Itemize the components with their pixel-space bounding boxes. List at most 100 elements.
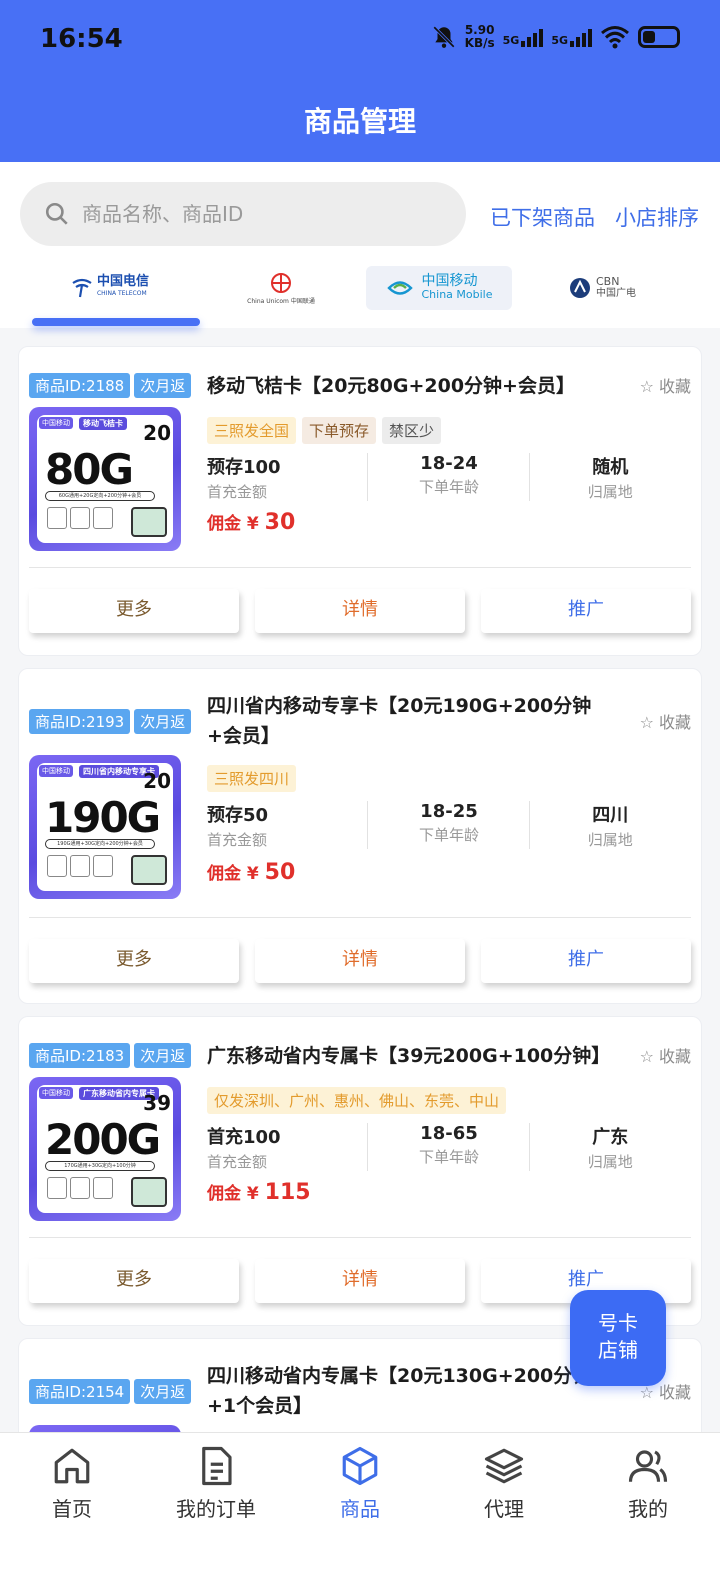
status-time: 16:54: [40, 24, 123, 54]
document-icon: [202, 1446, 232, 1486]
product-card: 商品ID:2188 次月返 移动飞桔卡【20元80G+200分钟+会员】 ☆ 收…: [18, 346, 702, 656]
status-bar-icons: 5.90 KB/s 5G 5G: [431, 24, 680, 50]
stat-deposit: 首充100 首充金额: [207, 1123, 369, 1173]
cashback-tag: 次月返: [134, 1043, 192, 1068]
search-input[interactable]: [82, 202, 442, 226]
cart-illustration: [131, 1177, 167, 1207]
favorite-button[interactable]: ☆ 收藏: [640, 709, 691, 733]
product-title[interactable]: 四川省内移动专享卡【20元190G+200分钟+会员】: [207, 691, 603, 751]
tag: 三照发四川: [207, 765, 297, 792]
carrier-tab-cbn[interactable]: CBN 中国广电: [562, 266, 642, 310]
card-actions: 更多 详情 推广: [29, 939, 691, 983]
tab-products[interactable]: 商品: [288, 1433, 432, 1533]
product-id-row: 商品ID:2183 次月返: [29, 1043, 192, 1068]
promote-button[interactable]: 推广: [481, 939, 691, 983]
stat-age: 18-25 下单年龄: [368, 801, 530, 851]
product-title[interactable]: 四川移动省内专属卡【20元130G+200分钟+1个会员】: [207, 1361, 603, 1421]
product-tags: 三照发四川: [207, 765, 297, 792]
product-id-row: 商品ID:2193 次月返: [29, 709, 192, 734]
more-button[interactable]: 更多: [29, 939, 239, 983]
product-thumbnail[interactable]: 中国移动 四川省内移动专享卡 20 190G 190G通用+30G定向+200分…: [29, 755, 181, 899]
wifi-icon: [601, 26, 629, 49]
product-card: 商品ID:2193 次月返 四川省内移动专享卡【20元190G+200分钟+会员…: [18, 668, 702, 1004]
users-icon: [628, 1450, 668, 1482]
stat-deposit: 预存100 首充金额: [207, 453, 369, 503]
product-thumbnail[interactable]: 中国移动 移动飞桔卡 20 80G 60G通用+20G定向+200分钟+会员: [29, 407, 181, 551]
product-card: 商品ID:2183 次月返 广东移动省内专属卡【39元200G+100分钟】 ☆…: [18, 1016, 702, 1326]
china-unicom-logo-icon: [270, 272, 291, 293]
product-id-row: 商品ID:2154 次月返: [29, 1379, 192, 1404]
bottom-tab-bar: 首页 我的订单 商品 代理 我的: [0, 1432, 720, 1584]
divider: [29, 917, 691, 918]
product-thumbnail[interactable]: 中国移动 广东移动省内专属卡 39 200G 170G通用+30G定向+100分…: [29, 1077, 181, 1221]
china-mobile-logo-icon: [387, 281, 414, 295]
stat-region: 四川 归属地: [587, 805, 633, 849]
product-stats: 首充100 首充金额 18-65 下单年龄 广东 归属地: [207, 1123, 691, 1173]
tag: 仅发深圳、广州、惠州、佛山、东莞、中山: [207, 1087, 507, 1114]
stat-age: 18-24 下单年龄: [368, 453, 530, 503]
tag: 禁区少: [382, 417, 442, 444]
carrier-tabs: 中国电信 CHINA TELECOM China Unicom 中国联通 中国移…: [0, 262, 720, 328]
shop-sort-link[interactable]: 小店排序: [615, 202, 699, 232]
search-row: 已下架商品 小店排序: [0, 162, 720, 262]
search-icon: [45, 202, 68, 225]
search-box[interactable]: [20, 182, 466, 246]
battery-icon: [638, 26, 680, 48]
favorite-button[interactable]: ☆ 收藏: [640, 373, 691, 397]
stat-region: 广东 归属地: [587, 1127, 633, 1171]
detail-button[interactable]: 详情: [255, 589, 465, 633]
detail-button[interactable]: 详情: [255, 939, 465, 983]
product-id-tag: 商品ID:2183: [29, 1043, 131, 1068]
more-button[interactable]: 更多: [29, 1259, 239, 1303]
detail-button[interactable]: 详情: [255, 1259, 465, 1303]
product-stats: 预存50 首充金额 18-25 下单年龄 四川 归属地: [207, 801, 691, 851]
offline-products-link[interactable]: 已下架商品: [490, 202, 595, 232]
cbn-logo-icon: [570, 278, 590, 298]
product-stats: 预存100 首充金额 18-24 下单年龄 随机 归属地: [207, 453, 691, 503]
bell-off-icon: [432, 26, 455, 48]
carrier-tab-indicator: [32, 318, 200, 326]
product-id-tag: 商品ID:2193: [29, 709, 131, 734]
favorite-button[interactable]: ☆ 收藏: [640, 1043, 691, 1067]
carrier-tab-unicom[interactable]: China Unicom 中国联通: [236, 266, 326, 310]
tag: 三照发全国: [207, 417, 297, 444]
home-icon: [54, 1448, 90, 1484]
tag: 下单预存: [302, 417, 377, 444]
stat-deposit: 预存50 首充金额: [207, 801, 369, 851]
signal-icon: 5G: [551, 27, 592, 47]
tab-home[interactable]: 首页: [0, 1433, 144, 1533]
product-id-tag: 商品ID:2154: [29, 1379, 131, 1404]
card-actions: 更多 详情 推广: [29, 589, 691, 633]
tab-orders[interactable]: 我的订单: [144, 1433, 288, 1533]
cart-illustration: [131, 507, 167, 537]
product-title[interactable]: 移动飞桔卡【20元80G+200分钟+会员】: [207, 371, 603, 401]
layers-icon: [484, 1448, 524, 1484]
divider: [29, 567, 691, 568]
commission: 佣金 ¥ 30: [207, 510, 296, 535]
commission: 佣金 ¥ 50: [207, 860, 296, 885]
page-title: 商品管理: [303, 105, 416, 138]
more-button[interactable]: 更多: [29, 589, 239, 633]
network-speed: 5.90 KB/s: [464, 23, 495, 50]
product-id-row: 商品ID:2188 次月返: [29, 373, 192, 398]
app-header: 16:54 5.90 KB/s 5G 5G 商品管理: [0, 0, 720, 162]
cart-illustration: [131, 855, 167, 885]
card-shop-float-button[interactable]: 号卡 店铺: [570, 1290, 666, 1386]
tab-agent[interactable]: 代理: [432, 1433, 576, 1533]
product-id-tag: 商品ID:2188: [29, 373, 131, 398]
product-tags: 仅发深圳、广州、惠州、佛山、东莞、中山: [207, 1087, 507, 1114]
cashback-tag: 次月返: [134, 373, 192, 398]
tab-mine[interactable]: 我的: [576, 1433, 720, 1533]
commission: 佣金 ¥ 115: [207, 1180, 311, 1205]
carrier-tab-telecom[interactable]: 中国电信 CHINA TELECOM: [62, 266, 158, 310]
stat-region: 随机 归属地: [587, 457, 633, 501]
cashback-tag: 次月返: [134, 709, 192, 734]
china-telecom-logo-icon: [72, 278, 92, 298]
promote-button[interactable]: 推广: [481, 589, 691, 633]
carrier-tab-mobile[interactable]: 中国移动 China Mobile: [366, 266, 512, 310]
divider: [29, 1237, 691, 1238]
signal-icon: 5G: [503, 27, 544, 47]
stat-age: 18-65 下单年龄: [368, 1123, 530, 1173]
product-title[interactable]: 广东移动省内专属卡【39元200G+100分钟】: [207, 1041, 610, 1071]
product-tags: 三照发全国 下单预存 禁区少: [207, 417, 442, 444]
